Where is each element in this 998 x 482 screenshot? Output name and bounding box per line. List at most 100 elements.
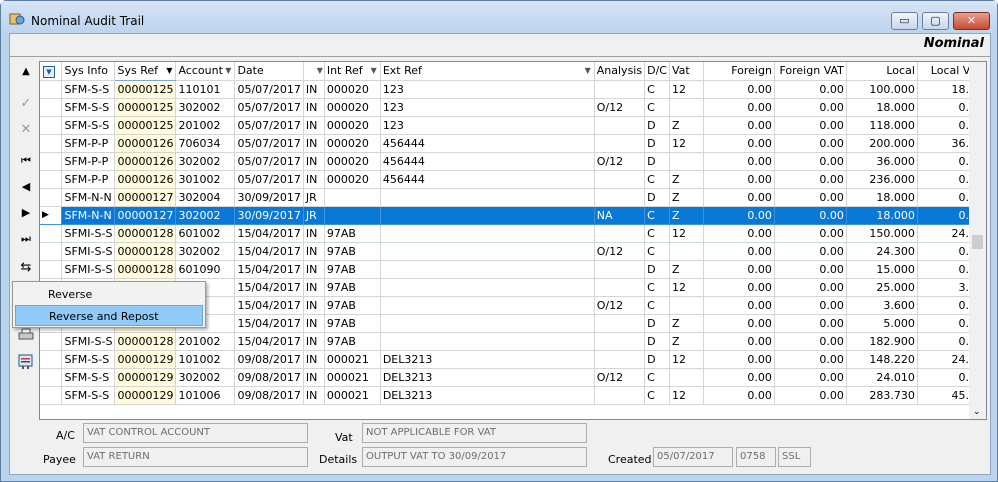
cell-analysis[interactable] — [594, 332, 646, 351]
cell-ext-ref[interactable] — [380, 296, 595, 315]
cell-type[interactable]: IN — [303, 224, 325, 243]
cell-dc[interactable]: C — [644, 170, 670, 189]
cell-foreign[interactable]: 0.00 — [703, 242, 775, 261]
cell-account[interactable]: 302002 — [175, 242, 236, 261]
dropdown-icon[interactable]: ▼ — [225, 66, 231, 75]
cell-date[interactable]: 15/04/2017 — [234, 332, 304, 351]
header-dc[interactable]: D/C — [644, 62, 670, 81]
cell-account[interactable]: 101002 — [175, 350, 236, 369]
cell-local[interactable]: 18.000 — [846, 206, 918, 225]
cell-foreign-vat[interactable]: 0.00 — [774, 386, 847, 405]
cell-dc[interactable]: D — [644, 314, 670, 333]
cell-foreign[interactable]: 0.00 — [703, 278, 775, 297]
cell-analysis[interactable] — [594, 224, 646, 243]
cell-date[interactable]: 15/04/2017 — [234, 224, 304, 243]
dropdown-icon[interactable]: ▼ — [585, 66, 591, 75]
cell-vat[interactable]: 12 — [669, 278, 704, 297]
cell-vat[interactable]: Z — [669, 116, 704, 135]
cell-foreign[interactable]: 0.00 — [703, 224, 775, 243]
table-row[interactable]: SFMI-S-S 00000128 302002 15/04/2017 IN 97AB O/… — [40, 242, 986, 261]
cancel-cross-icon[interactable]: ✕ — [15, 120, 37, 140]
cell-int-ref[interactable]: 000021 — [324, 368, 381, 387]
header-vat[interactable]: Vat — [669, 62, 704, 81]
cell-foreign-vat[interactable]: 0.00 — [774, 242, 847, 261]
swap-icon[interactable]: ⇆ — [15, 258, 37, 278]
last-record-icon[interactable]: ⏭ — [15, 229, 37, 249]
cell-analysis[interactable] — [594, 386, 646, 405]
cell-dc[interactable]: C — [644, 386, 670, 405]
cell-ext-ref[interactable] — [380, 278, 595, 297]
cell-type[interactable]: IN — [303, 350, 325, 369]
header-sys-ref[interactable]: Sys Ref ▼ — [114, 62, 177, 81]
cell-ext-ref[interactable]: 123 — [380, 116, 595, 135]
column-chooser-icon[interactable]: ▼ — [43, 65, 55, 78]
cell-local[interactable]: 18.000 — [846, 98, 918, 117]
cell-ext-ref[interactable]: DEL3213 — [380, 386, 595, 405]
vat-field[interactable]: NOT APPLICABLE FOR VAT — [362, 423, 587, 443]
cell-account[interactable]: 302002 — [175, 152, 236, 171]
cell-foreign-vat[interactable]: 0.00 — [774, 368, 847, 387]
cell-analysis[interactable] — [594, 134, 646, 153]
row-indicator[interactable] — [40, 350, 63, 369]
row-indicator[interactable]: ▶ — [40, 206, 63, 225]
ac-field[interactable]: VAT CONTROL ACCOUNT — [83, 423, 308, 443]
cell-analysis[interactable]: O/12 — [594, 242, 646, 261]
cell-dc[interactable]: D — [644, 134, 670, 153]
cell-int-ref[interactable]: 97AB — [324, 332, 381, 351]
dropdown-icon[interactable]: ▼ — [317, 66, 323, 75]
cell-vat[interactable]: Z — [669, 206, 704, 225]
cell-date[interactable]: 05/07/2017 — [234, 98, 304, 117]
cell-account[interactable]: 110101 — [175, 80, 236, 99]
cell-ext-ref[interactable]: 123 — [380, 98, 595, 117]
cell-foreign-vat[interactable]: 0.00 — [774, 224, 847, 243]
row-indicator[interactable] — [40, 116, 63, 135]
cell-ext-ref[interactable] — [380, 224, 595, 243]
cell-sys-info[interactable]: SFMI-S-S — [61, 332, 116, 351]
cell-sys-ref[interactable]: 00000125 — [114, 80, 177, 99]
cell-local[interactable]: 182.900 — [846, 332, 918, 351]
cell-dc[interactable]: C — [644, 98, 670, 117]
cell-dc[interactable]: C — [644, 242, 670, 261]
cell-int-ref[interactable]: 97AB — [324, 260, 381, 279]
cell-vat[interactable] — [669, 152, 704, 171]
cell-sys-ref[interactable]: 00000125 — [114, 116, 177, 135]
table-row[interactable]: SFM-S-S 00000129 101006 09/08/2017 IN 000021 D… — [40, 386, 986, 405]
cell-foreign-vat[interactable]: 0.00 — [774, 170, 847, 189]
cell-account[interactable]: 601090 — [175, 260, 236, 279]
cell-sys-info[interactable]: SFM-S-S — [61, 350, 116, 369]
cell-ext-ref[interactable]: DEL3213 — [380, 368, 595, 387]
cell-dc[interactable]: C — [644, 368, 670, 387]
cell-dc[interactable]: C — [644, 296, 670, 315]
cell-account[interactable]: 201002 — [175, 332, 236, 351]
cell-type[interactable]: IN — [303, 242, 325, 261]
cell-date[interactable]: 15/04/2017 — [234, 314, 304, 333]
cell-int-ref[interactable]: 000020 — [324, 116, 381, 135]
cell-int-ref[interactable]: 000020 — [324, 152, 381, 171]
cell-foreign[interactable]: 0.00 — [703, 386, 775, 405]
cell-vat[interactable]: Z — [669, 332, 704, 351]
row-indicator[interactable] — [40, 386, 63, 405]
cell-date[interactable]: 05/07/2017 — [234, 152, 304, 171]
cell-vat[interactable]: 12 — [669, 80, 704, 99]
cell-vat[interactable] — [669, 296, 704, 315]
cell-foreign[interactable]: 0.00 — [703, 152, 775, 171]
row-indicator[interactable] — [40, 170, 63, 189]
cell-dc[interactable]: D — [644, 260, 670, 279]
header-sys-info[interactable]: Sys Info — [61, 62, 116, 81]
header-type[interactable]: ▼ — [303, 62, 325, 81]
cell-foreign[interactable]: 0.00 — [703, 350, 775, 369]
cell-sys-ref[interactable]: 00000128 — [114, 260, 177, 279]
cell-sys-info[interactable]: SFM-P-P — [61, 152, 116, 171]
payee-field[interactable]: VAT RETURN — [83, 447, 308, 467]
vertical-scrollbar[interactable]: ⌄ — [969, 62, 986, 419]
cell-foreign[interactable]: 0.00 — [703, 188, 775, 207]
cell-sys-ref[interactable]: 00000129 — [114, 368, 177, 387]
cell-foreign-vat[interactable]: 0.00 — [774, 260, 847, 279]
cell-sys-ref[interactable]: 00000126 — [114, 134, 177, 153]
cell-date[interactable]: 05/07/2017 — [234, 116, 304, 135]
cell-local[interactable]: 118.000 — [846, 116, 918, 135]
table-row[interactable]: SFMI-S-S 00000128 601090 15/04/2017 IN 97AB D Z… — [40, 260, 986, 279]
cell-int-ref[interactable] — [324, 206, 381, 225]
cell-analysis[interactable] — [594, 116, 646, 135]
header-account[interactable]: Account ▼ — [175, 62, 236, 81]
